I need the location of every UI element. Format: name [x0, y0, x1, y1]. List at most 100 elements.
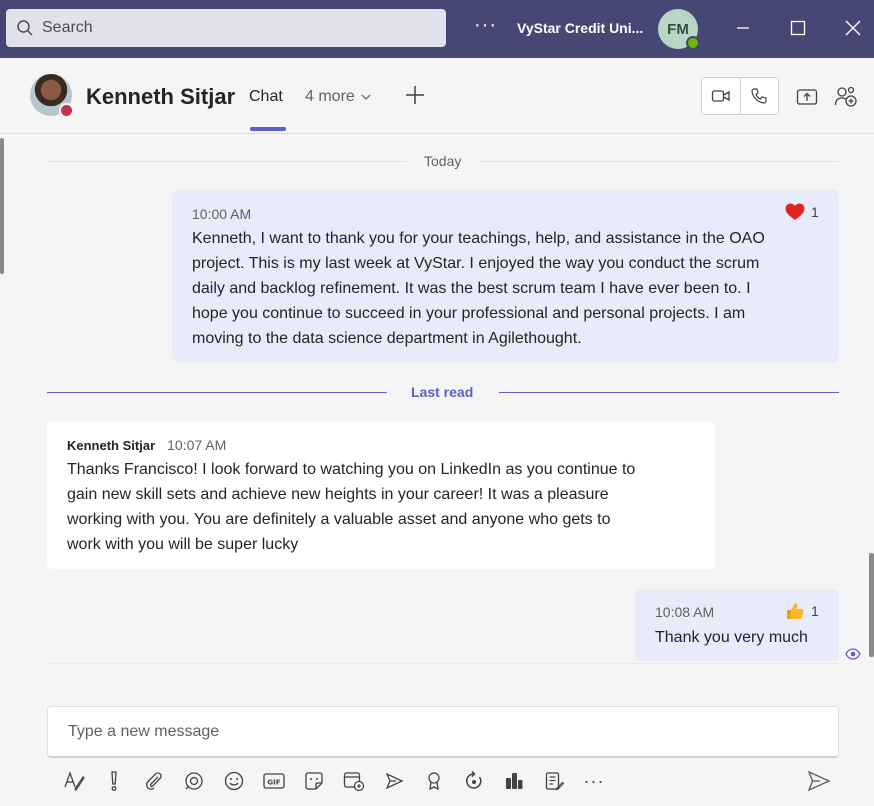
message-sender[interactable]: Kenneth Sitjar	[67, 438, 155, 453]
date-divider-label: Today	[424, 153, 462, 169]
emoji-button[interactable]	[214, 766, 254, 796]
message-line: Thank you very much	[655, 629, 808, 646]
share-screen-icon	[796, 89, 818, 105]
plus-icon	[406, 86, 424, 104]
format-button[interactable]	[54, 766, 94, 796]
date-divider-line-right	[480, 161, 839, 162]
forms-button[interactable]	[534, 766, 574, 796]
call-button-group	[701, 77, 779, 115]
message-reaction[interactable]: 1	[785, 203, 819, 221]
message-timestamp: 10:00 AM	[192, 206, 252, 222]
video-call-button[interactable]	[702, 78, 740, 114]
contact-avatar[interactable]	[30, 74, 74, 118]
maximize-button[interactable]	[779, 10, 817, 46]
emoji-icon	[224, 771, 244, 791]
active-tab-indicator	[250, 127, 286, 131]
message-timestamp: 10:08 AM	[655, 604, 715, 620]
important-icon	[111, 771, 117, 791]
message-body: Thank you very much	[655, 625, 808, 650]
attach-button[interactable]	[134, 766, 174, 796]
more-options-button[interactable]: ···	[574, 766, 614, 796]
contact-name[interactable]: Kenneth Sitjar	[86, 84, 235, 110]
org-switcher[interactable]: VyStar Credit Uni...	[517, 20, 643, 36]
more-icon: ···	[583, 770, 605, 791]
user-avatar[interactable]: FM	[658, 9, 700, 50]
message-bubble-sent[interactable]: 10:08 AM 1 Thank you very much	[634, 589, 839, 661]
message-line: gain new skill sets and achieve new heig…	[67, 486, 609, 503]
compose-placeholder: Type a new message	[68, 722, 220, 740]
reaction-count: 1	[811, 603, 819, 619]
busy-presence-icon	[59, 103, 74, 118]
important-button[interactable]	[94, 766, 134, 796]
message-line: project. This is my last week at VyStar.…	[192, 255, 760, 272]
loop-icon	[185, 772, 203, 790]
stream-button[interactable]	[374, 766, 414, 796]
compose-toolbar: GIF ···	[54, 766, 614, 796]
app-icon	[506, 773, 523, 789]
heart-icon	[785, 203, 805, 220]
forms-icon	[545, 772, 564, 791]
message-bubble-received[interactable]: Kenneth Sitjar 10:07 AM Thanks Francisco…	[47, 421, 715, 569]
tab-chat[interactable]: Chat	[249, 88, 283, 106]
loop-button[interactable]	[174, 766, 214, 796]
more-options-button[interactable]: ···	[474, 14, 497, 37]
loop-refresh-icon	[466, 771, 482, 789]
chevron-down-icon	[361, 94, 371, 100]
compose-separator	[47, 663, 839, 664]
message-list-scrollbar[interactable]	[869, 553, 874, 657]
search-box[interactable]: Search	[6, 9, 446, 47]
available-presence-icon	[686, 36, 700, 50]
left-scrollbar[interactable]	[0, 138, 4, 274]
send-button[interactable]	[806, 768, 832, 794]
send-icon	[807, 770, 831, 792]
title-bar: Search ··· VyStar Credit Uni... FM	[0, 0, 874, 58]
share-screen-button[interactable]	[794, 84, 820, 110]
search-placeholder: Search	[42, 19, 93, 36]
date-divider-line-left	[47, 161, 407, 162]
tab-more-label: 4 more	[305, 88, 355, 105]
format-icon	[64, 771, 85, 791]
thumbs-up-icon	[787, 603, 804, 619]
app-button[interactable]	[494, 766, 534, 796]
close-icon	[845, 20, 861, 36]
minimize-button[interactable]	[724, 10, 762, 46]
gif-button[interactable]: GIF	[254, 766, 294, 796]
message-line: working with you. You are definitely a v…	[67, 511, 611, 528]
svg-text:GIF: GIF	[267, 779, 280, 787]
praise-icon	[428, 772, 440, 791]
message-bubble-sent[interactable]: 10:00 AM 1 Kenneth, I want to thank you …	[172, 190, 839, 362]
seen-eye-icon	[845, 648, 861, 660]
last-read-line-left	[47, 392, 387, 393]
message-line: daily and backlog refinement. It was the…	[192, 280, 751, 297]
message-reaction[interactable]: 1	[785, 601, 819, 621]
add-people-icon	[834, 86, 857, 107]
last-read-label: Last read	[411, 384, 474, 400]
message-body: Thanks Francisco! I look forward to watc…	[67, 457, 707, 557]
last-read-line-right	[499, 392, 839, 393]
attach-icon	[146, 772, 162, 790]
sticker-button[interactable]	[294, 766, 334, 796]
add-people-button[interactable]	[833, 84, 859, 110]
minimize-icon	[737, 27, 749, 29]
message-line: hope you continue to succeed in your pro…	[192, 305, 746, 322]
message-timestamp: 10:07 AM	[167, 437, 227, 453]
loop-refresh-button[interactable]	[454, 766, 494, 796]
tab-more-dropdown[interactable]: 4 more	[305, 88, 371, 106]
search-icon	[17, 20, 33, 36]
compose-box[interactable]: Type a new message	[47, 706, 839, 758]
schedule-meeting-button[interactable]	[334, 766, 374, 796]
stream-icon	[385, 772, 404, 790]
message-body: Kenneth, I want to thank you for your te…	[192, 226, 832, 351]
add-tab-button[interactable]	[402, 82, 428, 108]
message-header: Kenneth Sitjar 10:07 AM	[67, 437, 226, 453]
praise-button[interactable]	[414, 766, 454, 796]
audio-call-button[interactable]	[739, 78, 779, 114]
sticker-icon	[305, 772, 323, 790]
close-button[interactable]	[834, 10, 872, 46]
schedule-meeting-icon	[343, 772, 365, 791]
message-line: Kenneth, I want to thank you for your te…	[192, 230, 765, 247]
gif-icon: GIF	[263, 773, 285, 789]
phone-icon	[751, 88, 767, 104]
reaction-count: 1	[811, 204, 819, 220]
message-line: moving to the data science department in…	[192, 330, 582, 347]
